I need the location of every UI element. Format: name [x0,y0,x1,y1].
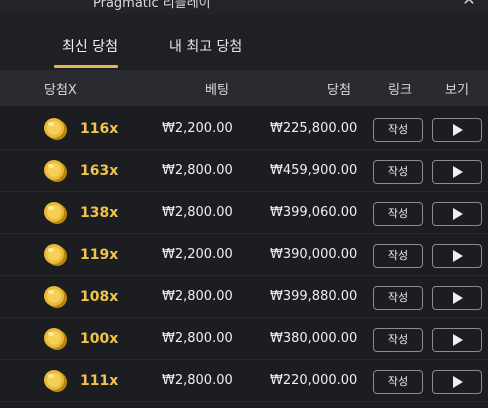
multiplier-value: 138x [80,205,119,221]
table-row: 163x ₩2,800.00 ₩459,900.00 작성 [0,150,488,192]
play-button[interactable] [432,370,482,394]
multiplier-value: 163x [80,163,119,179]
bet-amount: ₩2,800.00 [162,205,233,220]
play-button[interactable] [432,202,482,226]
play-button[interactable] [432,160,482,184]
gold-coin-icon [42,326,68,352]
gold-coin-icon [42,200,68,226]
multiplier-value: 111x [80,373,119,389]
win-amount: ₩399,060.00 [270,205,358,220]
write-button[interactable]: 작성 [373,244,423,268]
play-icon [453,334,463,346]
win-amount: ₩225,800.00 [270,121,358,136]
header-multiplier: 당첨X [44,83,77,98]
play-icon [453,292,463,304]
header-bet: 베팅 [205,83,229,98]
multiplier-value: 108x [80,289,119,305]
gold-coin-icon [42,368,68,394]
write-button[interactable]: 작성 [373,202,423,226]
play-icon [453,250,463,262]
table-row: 138x ₩2,800.00 ₩399,060.00 작성 [0,192,488,234]
bet-amount: ₩2,800.00 [162,289,233,304]
close-icon[interactable]: ✕ [460,0,478,9]
multiplier-value: 116x [80,121,119,137]
play-icon [453,208,463,220]
play-button[interactable] [432,328,482,352]
win-amount: ₩390,000.00 [270,247,358,262]
gold-coin-icon [42,116,68,142]
bet-amount: ₩2,800.00 [162,331,233,346]
title-bar [0,0,488,14]
header-link: 링크 [388,83,412,98]
win-amount: ₩399,880.00 [270,289,358,304]
win-amount: ₩220,000.00 [270,373,358,388]
header-win: 당첨 [327,83,351,98]
win-amount: ₩459,900.00 [270,163,358,178]
multiplier-value: 100x [80,331,119,347]
gold-coin-icon [42,242,68,268]
table-header: 당첨X 베팅 당첨 링크 보기 [0,70,488,106]
write-button[interactable]: 작성 [373,160,423,184]
bet-amount: ₩2,800.00 [162,373,233,388]
play-icon [453,166,463,178]
table-row: 108x ₩2,800.00 ₩399,880.00 작성 [0,276,488,318]
table-body: 116x ₩2,200.00 ₩225,800.00 작성 163x ₩2,800.00 ₩… [0,108,488,402]
tab-my-best-wins[interactable]: 내 최고 당첨 [169,36,242,56]
window-title: Pragmatic 리플레이 [93,0,211,11]
table-row: 100x ₩2,800.00 ₩380,000.00 작성 [0,318,488,360]
write-button[interactable]: 작성 [373,286,423,310]
tab-recent-wins[interactable]: 최신 당첨 [62,36,118,56]
gold-coin-icon [42,158,68,184]
replay-window: Pragmatic 리플레이 ✕ 최신 당첨 내 최고 당첨 당첨X 베팅 당첨… [0,0,488,408]
play-button[interactable] [432,118,482,142]
tab-bar: 최신 당첨 내 최고 당첨 [0,14,488,70]
play-button[interactable] [432,244,482,268]
play-icon [453,124,463,136]
bet-amount: ₩2,200.00 [162,247,233,262]
write-button[interactable]: 작성 [373,118,423,142]
play-button[interactable] [432,286,482,310]
gold-coin-icon [42,284,68,310]
bet-amount: ₩2,200.00 [162,121,233,136]
table-row: 119x ₩2,200.00 ₩390,000.00 작성 [0,234,488,276]
header-view: 보기 [445,83,469,98]
table-row: 111x ₩2,800.00 ₩220,000.00 작성 [0,360,488,402]
active-tab-indicator [54,65,118,68]
table-row: 116x ₩2,200.00 ₩225,800.00 작성 [0,108,488,150]
bet-amount: ₩2,800.00 [162,163,233,178]
write-button[interactable]: 작성 [373,328,423,352]
write-button[interactable]: 작성 [373,370,423,394]
multiplier-value: 119x [80,247,119,263]
win-amount: ₩380,000.00 [270,331,358,346]
play-icon [453,376,463,388]
